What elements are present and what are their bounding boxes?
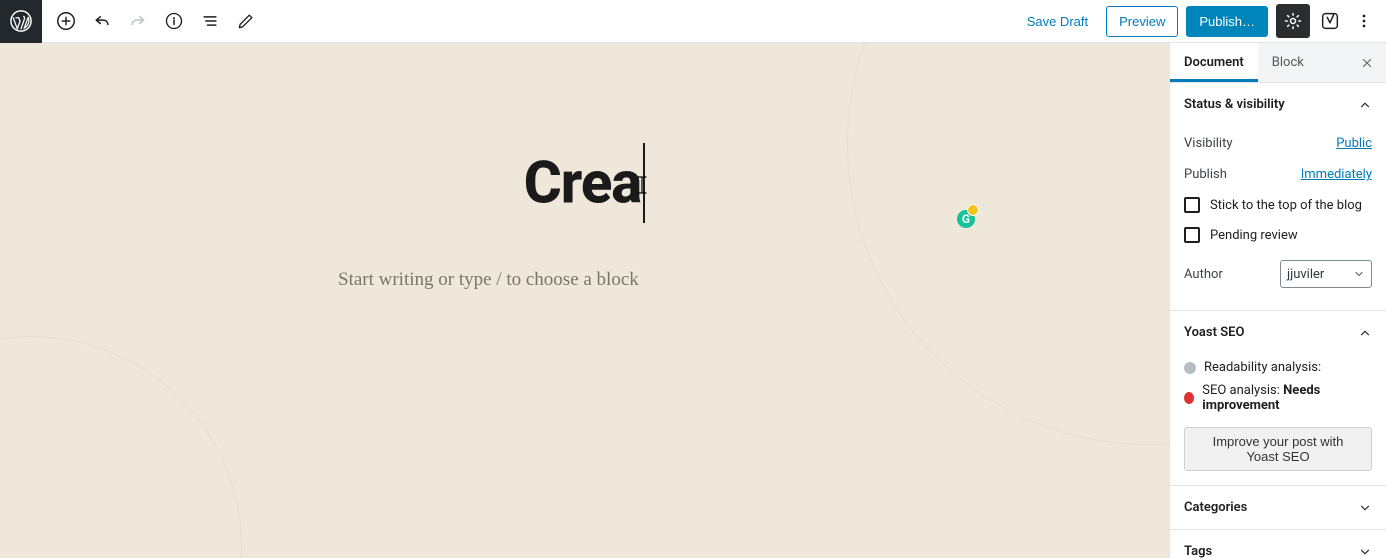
- author-label: Author: [1184, 267, 1223, 282]
- yoast-pin-button[interactable]: [1318, 9, 1342, 33]
- tab-document[interactable]: Document: [1170, 43, 1258, 82]
- post-title-input[interactable]: Crea: [524, 147, 645, 227]
- chevron-down-icon: [1353, 268, 1365, 280]
- info-icon: [164, 11, 184, 31]
- content-info-button[interactable]: [160, 7, 188, 35]
- yoast-icon: [1319, 10, 1341, 32]
- gear-icon: [1283, 11, 1303, 31]
- panel-status-visibility: Status & visibility Visibility Public Pu…: [1170, 83, 1386, 311]
- panel-categories-toggle[interactable]: Categories: [1170, 486, 1386, 529]
- block-navigation-button[interactable]: [196, 7, 224, 35]
- pending-review-checkbox[interactable]: [1184, 227, 1200, 243]
- seo-label: SEO analysis: Needs improvement: [1202, 383, 1372, 413]
- readability-status-dot: [1184, 362, 1196, 374]
- preview-button[interactable]: Preview: [1106, 6, 1178, 37]
- publish-button[interactable]: Publish…: [1186, 6, 1268, 37]
- readability-label: Readability analysis:: [1204, 360, 1321, 375]
- plus-circle-icon: [55, 10, 77, 32]
- post-title-wrap: Crea: [0, 147, 1169, 227]
- sidebar-tabs: Document Block: [1170, 43, 1386, 83]
- panel-categories: Categories: [1170, 486, 1386, 530]
- author-select[interactable]: jjuviler: [1280, 260, 1372, 288]
- chevron-up-icon: [1358, 98, 1372, 112]
- settings-sidebar: Document Block Status & visibility Visib…: [1169, 43, 1386, 558]
- chevron-down-icon: [1358, 545, 1372, 558]
- redo-button: [124, 7, 152, 35]
- save-draft-button[interactable]: Save Draft: [1017, 8, 1098, 35]
- more-options-button[interactable]: [1350, 7, 1378, 35]
- chevron-up-icon: [1358, 326, 1372, 340]
- chevron-down-icon: [1358, 501, 1372, 515]
- toolbar-left: [42, 7, 270, 35]
- tab-block[interactable]: Block: [1258, 43, 1318, 82]
- panel-status-visibility-toggle[interactable]: Status & visibility: [1170, 83, 1386, 126]
- top-toolbar: Save Draft Preview Publish…: [0, 0, 1386, 43]
- yoast-improve-button[interactable]: Improve your post with Yoast SEO: [1184, 427, 1372, 471]
- sidebar-close-button[interactable]: [1348, 56, 1386, 70]
- visibility-value-link[interactable]: Public: [1336, 136, 1372, 151]
- toolbar-right: Save Draft Preview Publish…: [1009, 4, 1386, 38]
- outline-icon: [200, 11, 220, 31]
- grammarly-widget[interactable]: G: [957, 206, 979, 228]
- content-placeholder[interactable]: Start writing or type / to choose a bloc…: [338, 269, 639, 291]
- sticky-checkbox[interactable]: [1184, 197, 1200, 213]
- panel-tags: Tags: [1170, 530, 1386, 558]
- more-vertical-icon: [1354, 11, 1374, 31]
- wordpress-icon: [10, 10, 32, 32]
- undo-icon: [92, 11, 112, 31]
- wordpress-logo[interactable]: [0, 0, 42, 43]
- settings-button[interactable]: [1276, 4, 1310, 38]
- text-caret: [643, 143, 645, 223]
- panel-yoast-seo-toggle[interactable]: Yoast SEO: [1170, 311, 1386, 354]
- pending-review-label: Pending review: [1210, 228, 1298, 243]
- publish-value-link[interactable]: Immediately: [1301, 167, 1372, 182]
- redo-icon: [128, 11, 148, 31]
- panel-tags-toggle[interactable]: Tags: [1170, 530, 1386, 558]
- add-block-button[interactable]: [52, 7, 80, 35]
- close-icon: [1360, 56, 1374, 70]
- grammarly-alert-dot: [967, 204, 979, 216]
- edit-button[interactable]: [232, 7, 260, 35]
- panel-yoast-seo: Yoast SEO Readability analysis: SEO anal…: [1170, 311, 1386, 486]
- publish-label: Publish: [1184, 167, 1227, 182]
- editor-canvas[interactable]: Crea Start writing or type / to choose a…: [0, 43, 1169, 558]
- undo-button[interactable]: [88, 7, 116, 35]
- visibility-label: Visibility: [1184, 136, 1233, 151]
- pencil-icon: [236, 11, 256, 31]
- sticky-label: Stick to the top of the blog: [1210, 198, 1362, 213]
- seo-status-dot: [1184, 392, 1194, 404]
